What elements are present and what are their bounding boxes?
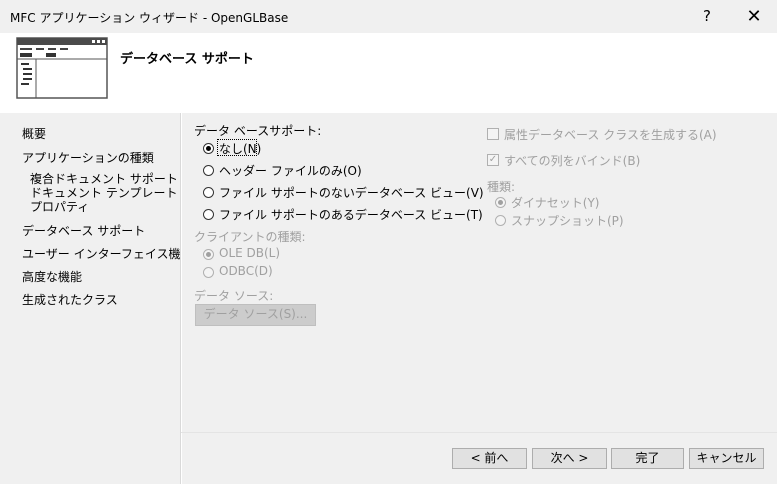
radio-none[interactable] <box>203 143 214 154</box>
attributed-class-label[interactable]: 属性データベース クラスを生成する(A) <box>504 126 717 143</box>
db-support-label: データ ベースサポート: <box>194 124 322 138</box>
wizard-header: データベース サポート <box>0 33 777 113</box>
radio-dynaset-label[interactable]: ダイナセット(Y) <box>511 194 599 211</box>
nav-compound-doc[interactable]: 複合ドキュメント サポート <box>30 170 178 187</box>
radio-snapshot-label[interactable]: スナップショット(P) <box>511 212 624 229</box>
checkbox-attributed-class[interactable] <box>487 128 499 140</box>
prev-button[interactable]: < 前へ <box>452 448 527 469</box>
nav-overview[interactable]: 概要 <box>22 125 46 142</box>
type-label: 種類: <box>487 180 516 194</box>
checkbox-bind-all[interactable]: ✓ <box>487 154 499 166</box>
help-button[interactable]: ? <box>684 0 730 33</box>
nav-database-support[interactable]: データベース サポート <box>22 222 145 239</box>
radio-header-only-label[interactable]: ヘッダー ファイルのみ(O) <box>219 162 362 179</box>
bind-all-label[interactable]: すべての列をバインド(B) <box>504 152 640 169</box>
footer-separator <box>181 432 777 433</box>
radio-odbc-label[interactable]: ODBC(D) <box>219 264 273 278</box>
close-button[interactable]: ✕ <box>731 0 777 33</box>
next-button[interactable]: 次へ > <box>532 448 607 469</box>
nav-user-interface[interactable]: ユーザー インターフェイス機能 <box>22 245 193 262</box>
nav-doc-template[interactable]: ドキュメント テンプレート プロパティ <box>30 186 180 214</box>
wizard-window-icon <box>16 37 108 99</box>
cancel-button[interactable]: キャンセル <box>689 448 764 469</box>
nav-application-type[interactable]: アプリケーションの種類 <box>22 149 154 166</box>
radio-odbc[interactable] <box>203 267 214 278</box>
radio-db-view-file[interactable] <box>203 209 214 220</box>
radio-dynaset[interactable] <box>495 197 506 208</box>
radio-header-only[interactable] <box>203 165 214 176</box>
wizard-page: データ ベースサポート: なし(N) ヘッダー ファイルのみ(O) ファイル サ… <box>181 113 777 484</box>
radio-snapshot[interactable] <box>495 215 506 226</box>
radio-db-view-no-file-label[interactable]: ファイル サポートのないデータベース ビュー(V) <box>219 184 484 201</box>
page-title: データベース サポート <box>120 52 254 67</box>
nav-generated-classes[interactable]: 生成されたクラス <box>22 291 118 308</box>
data-source-button[interactable]: データ ソース(S)... <box>195 304 316 326</box>
radio-oledb[interactable] <box>203 249 214 260</box>
radio-db-view-no-file[interactable] <box>203 187 214 198</box>
radio-db-view-file-label[interactable]: ファイル サポートのあるデータベース ビュー(T) <box>219 206 483 223</box>
client-type-label: クライアントの種類: <box>194 230 306 244</box>
window-title: MFC アプリケーション ウィザード - OpenGLBase <box>10 11 289 25</box>
radio-oledb-label[interactable]: OLE DB(L) <box>219 246 280 260</box>
wizard-nav: 概要 アプリケーションの種類 複合ドキュメント サポート ドキュメント テンプレ… <box>0 113 193 484</box>
data-source-label: データ ソース: <box>194 289 274 303</box>
title-bar: MFC アプリケーション ウィザード - OpenGLBase ? ✕ <box>0 0 777 34</box>
finish-button[interactable]: 完了 <box>611 448 684 469</box>
nav-advanced[interactable]: 高度な機能 <box>22 268 82 285</box>
focus-rect <box>217 139 257 156</box>
